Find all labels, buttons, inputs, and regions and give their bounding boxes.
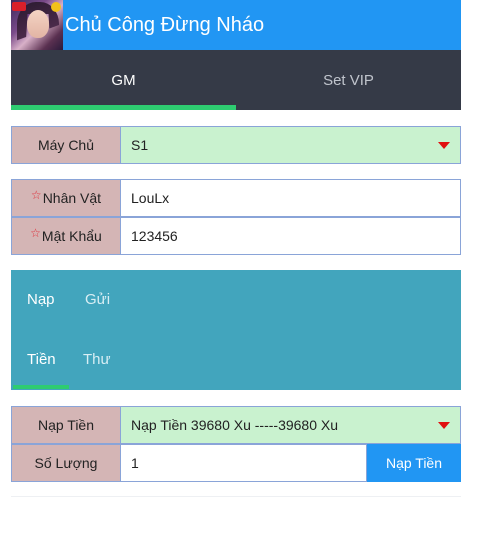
dropdown-arrow-icon <box>438 422 450 429</box>
recharge-row: Nạp Tiền Nạp Tiền 39680 Xu -----39680 Xu <box>11 406 461 444</box>
tab-gm-label: GM <box>111 71 136 89</box>
tab-set-vip-label: Set VIP <box>323 71 374 89</box>
character-value: LouLx <box>131 190 170 206</box>
panel-tab-nap[interactable]: Nạp <box>27 291 55 308</box>
password-row: ☆ Mật Khẩu 123456 <box>11 217 461 255</box>
quantity-row: Số Lượng 1 Nạp Tiền <box>11 444 461 482</box>
server-row: Máy Chủ S1 <box>11 126 461 164</box>
app-header: Chủ Công Đừng Nháo <box>11 0 461 50</box>
character-label-text: Nhân Vật <box>42 190 102 206</box>
main-tabs: GM Set VIP <box>11 50 461 110</box>
recharge-label: Nạp Tiền <box>11 406 121 444</box>
action-panel: Nạp Gửi Tiền Thư <box>11 270 461 390</box>
password-label-text: Mật Khẩu <box>41 228 102 244</box>
recharge-value: Nạp Tiền 39680 Xu -----39680 Xu <box>131 417 339 433</box>
game-avatar-icon <box>11 0 63 50</box>
quantity-value: 1 <box>131 455 139 471</box>
panel-tab-gui[interactable]: Gửi <box>85 291 110 308</box>
app-title: Chủ Công Đừng Nháo <box>65 13 265 36</box>
character-label: ☆ Nhân Vật <box>11 179 121 217</box>
character-row: ☆ Nhân Vật LouLx <box>11 179 461 217</box>
dropdown-arrow-icon <box>438 142 450 149</box>
tab-active-underline <box>11 105 236 110</box>
recharge-button[interactable]: Nạp Tiền <box>367 444 461 482</box>
required-star-icon: ☆ <box>30 226 41 240</box>
character-input[interactable]: LouLx <box>121 179 461 217</box>
quantity-label: Số Lượng <box>11 444 121 482</box>
quantity-input[interactable]: 1 <box>121 444 367 482</box>
tab-set-vip[interactable]: Set VIP <box>236 50 461 110</box>
password-input[interactable]: 123456 <box>121 217 461 255</box>
password-value: 123456 <box>131 228 178 244</box>
password-label: ☆ Mật Khẩu <box>11 217 121 255</box>
server-label: Máy Chủ <box>11 126 121 164</box>
required-star-icon: ☆ <box>30 188 42 202</box>
server-value: S1 <box>131 137 149 153</box>
server-select[interactable]: S1 <box>121 126 461 164</box>
tab-gm[interactable]: GM <box>11 50 236 110</box>
panel-tab-tien[interactable]: Tiền <box>27 351 56 368</box>
recharge-select[interactable]: Nạp Tiền 39680 Xu -----39680 Xu <box>121 406 461 444</box>
divider <box>11 496 461 497</box>
panel-tab-underline <box>13 385 69 389</box>
panel-tab-thu[interactable]: Thư <box>83 351 111 368</box>
